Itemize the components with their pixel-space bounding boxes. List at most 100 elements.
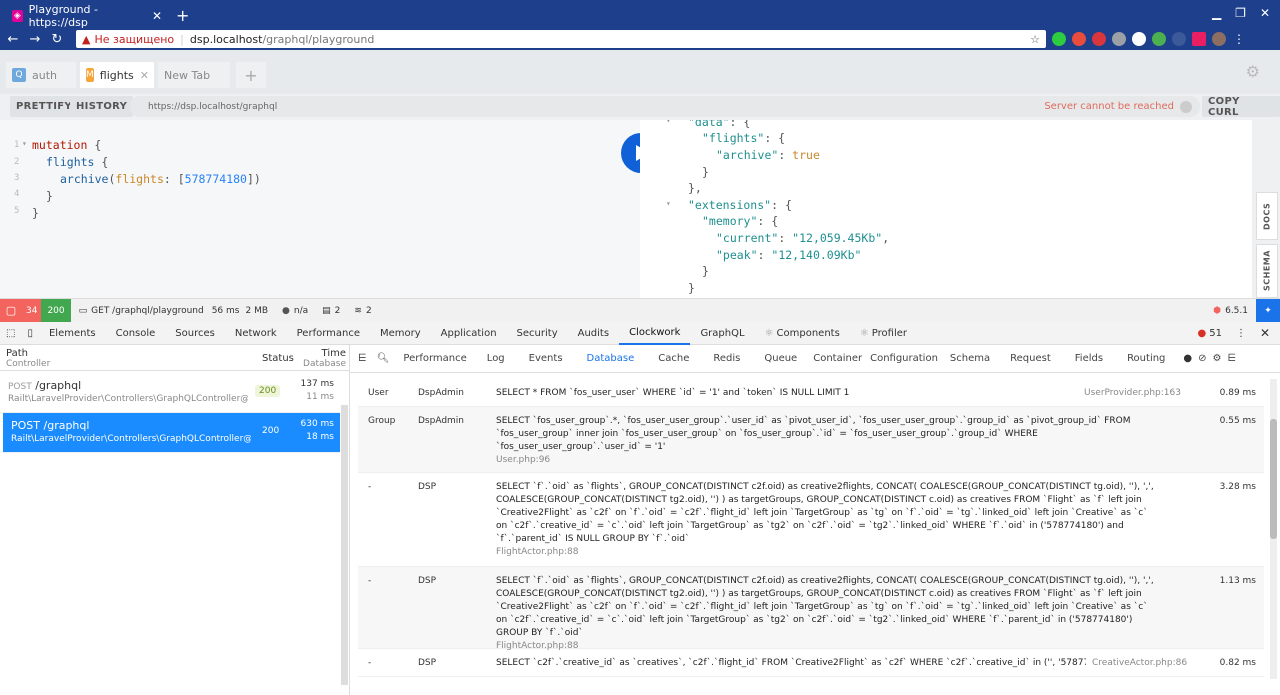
devtools-menu-icon[interactable]: ⋮ (1236, 328, 1246, 339)
endpoint-input[interactable]: https://dsp.localhost/graphql Server can… (130, 96, 1200, 117)
query-connection: DspAdmin (418, 388, 465, 398)
fold-icon[interactable]: ▾ (22, 139, 27, 148)
tab-fields[interactable]: Fields (1063, 345, 1115, 373)
add-tab-icon[interactable]: + (236, 62, 266, 88)
tab-cache[interactable]: Cache (646, 345, 701, 373)
new-tab-button[interactable]: + (176, 6, 189, 25)
query-row[interactable]: - DSP SELECT `f`.`oid` as `flights`, GRO… (358, 473, 1264, 567)
tab-redis[interactable]: Redis (701, 345, 752, 373)
tab-profiler[interactable]: ⚛ Profiler (850, 322, 917, 345)
close-tab-icon[interactable]: ✕ (140, 69, 149, 82)
tab-graphql[interactable]: GraphQL (690, 322, 754, 345)
close-tab-icon[interactable]: ✕ (152, 9, 162, 23)
settings-gear-icon[interactable]: ⚙ (1246, 62, 1260, 81)
record-icon[interactable]: ● (1183, 353, 1192, 364)
devtools-close-icon[interactable]: ✕ (1260, 326, 1270, 340)
browser-tab[interactable]: ◈ Playground - https://dsp ✕ (6, 3, 168, 29)
extension-red-icon[interactable] (1072, 32, 1086, 46)
extension-green-icon[interactable] (1052, 32, 1066, 46)
tab-events[interactable]: Events (517, 345, 575, 373)
docs-tab[interactable]: DOCS (1256, 192, 1278, 240)
reload-icon[interactable]: ↻ (48, 32, 66, 47)
query-row[interactable]: - DSP SELECT `c2f`.`creative_id` as `cre… (358, 649, 1264, 677)
tab-request[interactable]: Request (998, 345, 1063, 373)
tab-configuration[interactable]: Configuration (866, 345, 942, 373)
tab-new[interactable]: New Tab (158, 62, 230, 88)
settings-icon[interactable]: ⚙ (1213, 353, 1222, 364)
insecure-label: Не защищено (94, 32, 175, 46)
tab-flights[interactable]: M flights ✕ (80, 62, 154, 88)
tab-components[interactable]: ⚛ Components (755, 322, 850, 345)
minimize-icon[interactable]: ▁ (1212, 6, 1221, 20)
tab-database[interactable]: Database (575, 345, 647, 373)
tab-routing[interactable]: Routing (1115, 345, 1177, 373)
layout-icon[interactable]: ⋿ (1228, 353, 1237, 364)
bookmark-star-icon[interactable]: ☆ (1030, 33, 1040, 46)
restore-icon[interactable]: ❐ (1235, 6, 1246, 20)
tab-auth[interactable]: Q auth (6, 62, 76, 88)
error-count[interactable]: 34 (22, 298, 42, 323)
tab-audits[interactable]: Audits (568, 322, 619, 345)
response-status[interactable]: 200 (41, 298, 71, 323)
copy-curl-button[interactable]: COPY CURL (1202, 96, 1280, 118)
forward-icon[interactable]: → (26, 32, 44, 47)
collapse-icon[interactable]: ⋿ (350, 353, 371, 364)
tab-console[interactable]: Console (106, 322, 166, 345)
fold-icon[interactable]: ▾ (666, 199, 671, 208)
user-value[interactable]: n/a (294, 306, 308, 316)
device-toolbar-icon[interactable]: ▯ (21, 322, 39, 345)
code-line-4: } (46, 189, 53, 203)
schema-tab[interactable]: SCHEMA (1256, 244, 1278, 298)
graphql-favicon-icon: ◈ (12, 10, 23, 22)
query-list-scrollbar[interactable] (1270, 379, 1277, 679)
request-list-scrollbar[interactable] (341, 405, 348, 685)
devtools-error-count[interactable]: 51 (1209, 328, 1222, 339)
prettify-button[interactable]: PRETTIFY (10, 96, 78, 117)
query-editor[interactable]: 1 2 3 4 5 ▾ mutation { flights { archive… (0, 120, 640, 298)
request-row[interactable]: POST /graphql Railt\LaravelProvider\Cont… (0, 373, 340, 413)
extension-white-icon[interactable] (1132, 32, 1146, 46)
request-label[interactable]: GET /graphql/playground (91, 306, 204, 316)
result-viewer: ▾ "data": { "flights": { "archive": true… (640, 120, 1252, 298)
tab-schema[interactable]: Schema (942, 345, 998, 373)
tab-log[interactable]: Log (475, 345, 517, 373)
extension-grey-icon[interactable] (1112, 32, 1126, 46)
query-row[interactable]: - DSP SELECT `f`.`oid` as `flights`, GRO… (358, 567, 1264, 651)
tab-performance[interactable]: Performance (395, 345, 474, 373)
tab-performance[interactable]: Performance (287, 322, 370, 345)
tab-container[interactable]: Container (809, 345, 866, 373)
extension-blue-icon[interactable] (1172, 32, 1186, 46)
debugbar-toggle-icon[interactable]: ✦ (1256, 298, 1280, 323)
tab-clockwork[interactable]: Clockwork (619, 322, 691, 345)
query-row[interactable]: User DspAdmin SELECT * FROM `fos_user_us… (358, 379, 1264, 407)
queries-count[interactable]: 2 (366, 306, 372, 316)
scrollbar-thumb[interactable] (1270, 419, 1277, 539)
fold-icon[interactable]: ▾ (666, 120, 671, 125)
profile-avatar-icon[interactable] (1212, 32, 1226, 46)
views-count[interactable]: 2 (335, 306, 341, 316)
extension-gear-icon[interactable] (1152, 32, 1166, 46)
search-icon[interactable]: 🔍︎ (371, 353, 396, 364)
clear-icon[interactable]: ⊘ (1198, 353, 1206, 364)
tab-application[interactable]: Application (431, 322, 507, 345)
tab-elements[interactable]: Elements (39, 322, 106, 345)
address-bar[interactable]: ▲ Не защищено | dsp.localhost /graphql/p… (76, 30, 1046, 48)
history-button[interactable]: HISTORY (70, 96, 134, 117)
inspect-element-icon[interactable]: ⬚ (0, 322, 21, 345)
tab-sources[interactable]: Sources (165, 322, 225, 345)
back-icon[interactable]: ← (4, 32, 22, 47)
extension-pink-icon[interactable] (1192, 32, 1206, 46)
laravel-logo-icon[interactable]: ▢ (0, 298, 22, 323)
extension-youtube-icon[interactable] (1092, 32, 1106, 46)
tab-memory[interactable]: Memory (370, 322, 431, 345)
tab-queue[interactable]: Queue (752, 345, 809, 373)
request-status: 200 (255, 385, 281, 397)
result-line: "flights": { (702, 131, 786, 145)
tab-security[interactable]: Security (507, 322, 568, 345)
request-row-selected[interactable]: POST /graphql Railt\LaravelProvider\Cont… (3, 413, 340, 453)
tab-network[interactable]: Network (225, 322, 287, 345)
query-row[interactable]: Group DspAdmin SELECT `fos_user_group`.*… (358, 407, 1264, 473)
menu-dots-icon[interactable]: ⋮ (1232, 32, 1246, 46)
query-connection: DSP (418, 658, 437, 668)
close-window-icon[interactable]: ✕ (1260, 6, 1270, 20)
